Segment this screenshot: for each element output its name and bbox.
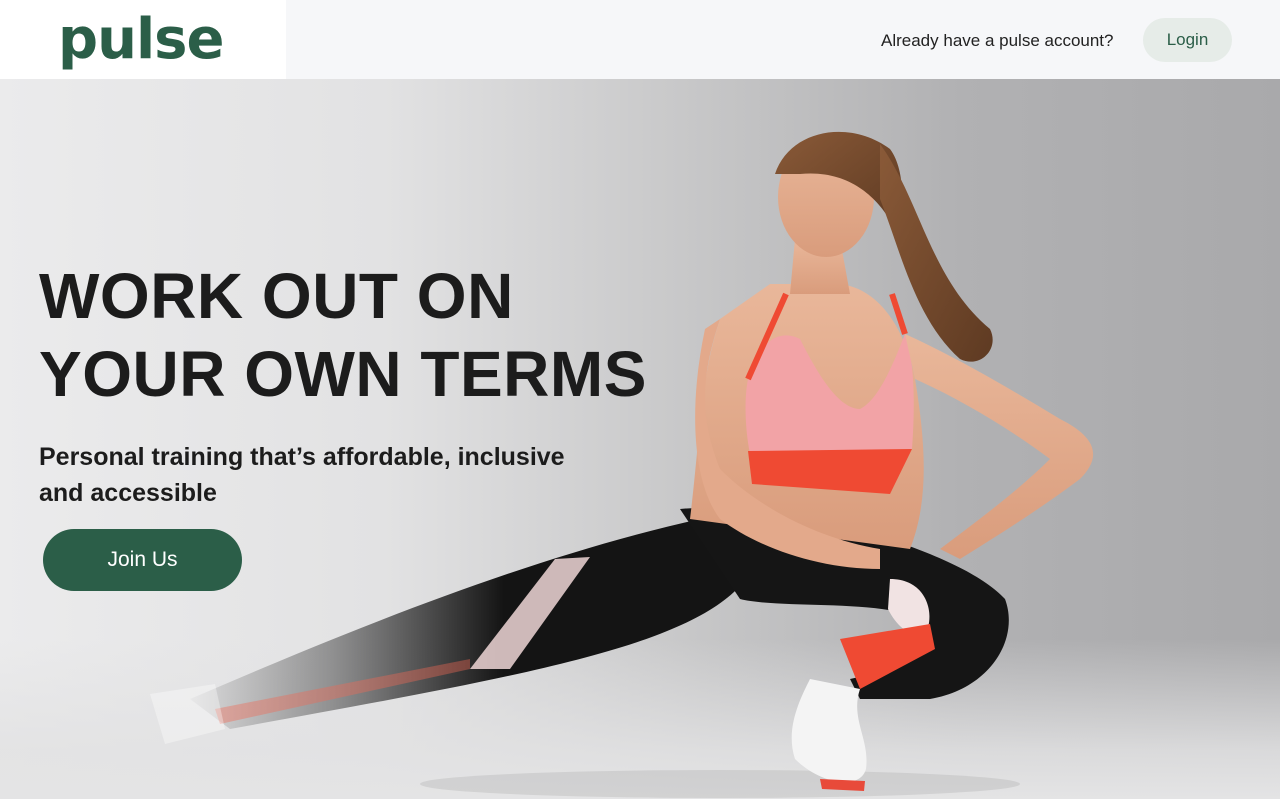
headline-line-1: WORK OUT ON [39, 260, 514, 332]
headline-line-2: YOUR OWN TERMS [39, 338, 647, 410]
top-nav: pulse Already have a pulse account? Logi… [0, 0, 1280, 79]
logo-container: pulse [0, 0, 286, 79]
pulse-logo[interactable]: pulse [58, 4, 224, 76]
join-us-button[interactable]: Join Us [43, 529, 242, 591]
login-button[interactable]: Login [1143, 18, 1232, 62]
hero-section: WORK OUT ON YOUR OWN TERMS Personal trai… [0, 79, 1280, 799]
hero-subheadline: Personal training that’s affordable, inc… [39, 443, 565, 507]
account-prompt: Already have a pulse account? [881, 31, 1114, 50]
hero-headline: WORK OUT ON YOUR OWN TERMS [39, 257, 647, 413]
